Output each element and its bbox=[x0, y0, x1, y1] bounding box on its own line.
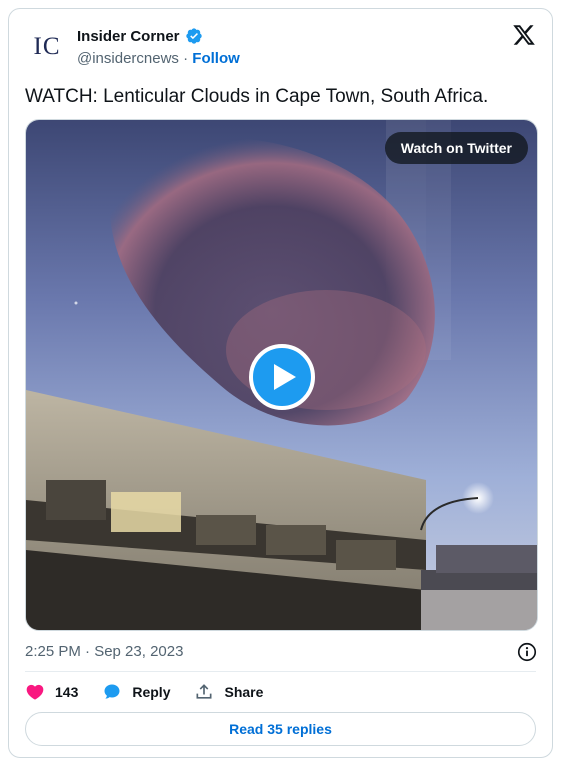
tweet-text: WATCH: Lenticular Clouds in Cape Town, S… bbox=[25, 86, 489, 107]
verified-badge-icon bbox=[185, 28, 202, 44]
author-name[interactable]: Insider Corner bbox=[77, 28, 180, 45]
author-handle-row: @insidercnews · Follow bbox=[77, 50, 240, 67]
heart-icon bbox=[26, 684, 44, 700]
tweet-timestamp[interactable]: 2:25 PM · Sep 23, 2023 bbox=[25, 643, 183, 660]
tweet-card: IC Insider Corner @insidercnews · Follow… bbox=[8, 8, 553, 758]
like-count: 143 bbox=[55, 684, 79, 700]
author-handle[interactable]: @insidercnews bbox=[77, 50, 179, 67]
video-media[interactable]: Watch on Twitter bbox=[25, 119, 538, 631]
share-button[interactable]: Share bbox=[194, 682, 263, 702]
separator-dot: · bbox=[183, 50, 189, 67]
share-icon bbox=[196, 684, 212, 699]
x-logo-icon[interactable] bbox=[512, 23, 536, 47]
play-button-icon[interactable] bbox=[249, 344, 315, 410]
watch-on-twitter-button[interactable]: Watch on Twitter bbox=[384, 132, 528, 164]
reply-bubble-icon bbox=[104, 684, 120, 699]
avatar[interactable]: IC bbox=[23, 23, 71, 71]
follow-link[interactable]: Follow bbox=[192, 50, 240, 67]
share-label: Share bbox=[224, 684, 264, 700]
reply-label: Reply bbox=[132, 684, 171, 700]
divider bbox=[25, 671, 536, 672]
read-replies-button[interactable]: Read 35 replies bbox=[25, 712, 536, 746]
like-button[interactable]: 143 bbox=[25, 682, 78, 702]
info-icon[interactable] bbox=[516, 641, 538, 663]
author-name-row: Insider Corner bbox=[77, 27, 203, 45]
reply-button[interactable]: Reply bbox=[102, 682, 170, 702]
tweet-actions: 143 Reply Share bbox=[25, 681, 287, 703]
